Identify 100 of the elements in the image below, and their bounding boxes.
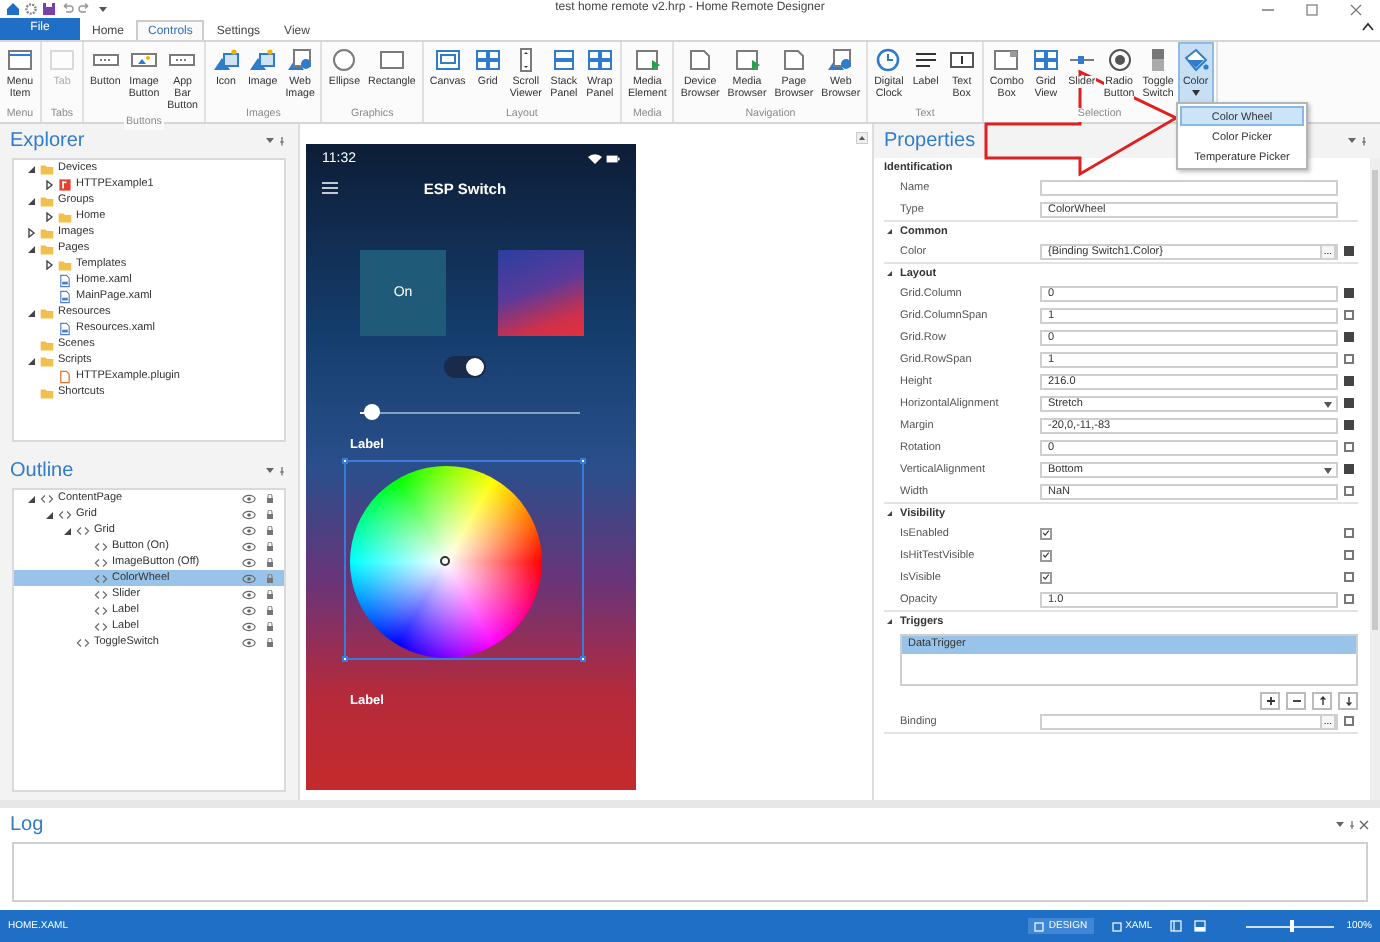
property-marker[interactable]	[1343, 464, 1353, 474]
eye-icon[interactable]	[242, 589, 256, 599]
eye-icon[interactable]	[242, 557, 256, 567]
minus-icon	[1291, 696, 1301, 706]
expanded-triangle-icon[interactable]	[26, 493, 36, 503]
toggle-switch[interactable]	[444, 356, 486, 378]
expanded-triangle-icon[interactable]	[884, 508, 894, 518]
expanded-triangle-icon[interactable]	[884, 616, 894, 626]
checkbox[interactable]	[1040, 549, 1052, 561]
eye-icon[interactable]	[242, 493, 256, 503]
panel-title: Outline	[10, 460, 74, 482]
lock-icon[interactable]	[266, 605, 274, 615]
image-icon	[211, 48, 240, 72]
split-horizontal-icon[interactable]	[1194, 920, 1207, 932]
lock-icon[interactable]	[266, 493, 274, 503]
collapsed-triangle-icon[interactable]	[44, 179, 54, 189]
code-tag-icon	[40, 491, 54, 505]
property-marker[interactable]	[1343, 246, 1353, 256]
checkbox[interactable]	[1040, 527, 1052, 539]
split-vertical-icon[interactable]	[1170, 920, 1183, 932]
expanded-triangle-icon[interactable]	[26, 163, 36, 173]
property-marker[interactable]	[1343, 550, 1353, 560]
document-icon	[58, 321, 72, 335]
add-button[interactable]	[1260, 692, 1280, 710]
menu-icon[interactable]	[322, 182, 338, 194]
device-icon	[58, 177, 72, 191]
property-marker[interactable]	[1343, 288, 1353, 298]
property-marker[interactable]	[1343, 716, 1353, 726]
lock-icon[interactable]	[266, 541, 274, 551]
expanded-triangle-icon[interactable]	[44, 509, 54, 519]
maximize-icon[interactable]	[1306, 3, 1318, 15]
image-button-icon	[129, 48, 158, 72]
eye-icon[interactable]	[242, 525, 256, 535]
pin-icon[interactable]	[264, 136, 288, 146]
lock-icon[interactable]	[266, 525, 274, 535]
property-marker[interactable]	[1343, 486, 1353, 496]
eye-icon[interactable]	[242, 573, 256, 583]
zoom-slider[interactable]	[1246, 920, 1335, 932]
property-marker[interactable]	[1343, 420, 1353, 430]
expanded-triangle-icon[interactable]	[884, 268, 894, 278]
globe-image-icon	[826, 48, 855, 72]
canvas-icon	[433, 48, 462, 72]
expanded-triangle-icon[interactable]	[26, 243, 36, 253]
text-field[interactable]	[1040, 179, 1338, 195]
expanded-triangle-icon[interactable]	[884, 226, 894, 236]
rectangle-icon	[377, 48, 406, 72]
property-marker[interactable]	[1343, 376, 1353, 386]
expanded-triangle-icon[interactable]	[26, 307, 36, 317]
panel-controls-icon[interactable]	[1334, 820, 1370, 830]
color-wheel[interactable]	[350, 466, 542, 658]
script-icon	[58, 369, 72, 383]
paint-bucket-icon	[1181, 48, 1210, 72]
window-icon	[6, 48, 34, 72]
minimize-icon[interactable]	[1262, 3, 1274, 15]
property-marker[interactable]	[1343, 354, 1353, 364]
expanded-triangle-icon[interactable]	[26, 355, 36, 365]
selection-outline[interactable]	[344, 460, 584, 660]
eye-icon[interactable]	[242, 541, 256, 551]
property-marker[interactable]	[1343, 332, 1353, 342]
collapsed-triangle-icon[interactable]	[44, 259, 54, 269]
tab-icon	[48, 48, 76, 72]
property-marker[interactable]	[1343, 572, 1353, 582]
pin-icon[interactable]	[264, 466, 288, 476]
undo-icon[interactable]	[60, 2, 74, 16]
expanded-triangle-icon[interactable]	[26, 195, 36, 205]
globe-image-icon	[286, 48, 315, 72]
pin-icon[interactable]	[1346, 136, 1370, 146]
property-marker[interactable]	[1343, 594, 1353, 604]
lock-icon[interactable]	[266, 557, 274, 567]
slider[interactable]	[360, 404, 580, 420]
lock-icon[interactable]	[266, 621, 274, 631]
eye-icon[interactable]	[242, 509, 256, 519]
scroll-up-icon[interactable]	[856, 132, 868, 144]
lock-icon[interactable]	[266, 589, 274, 599]
collapse-ribbon-icon[interactable]	[1362, 22, 1374, 32]
property-marker[interactable]	[1343, 442, 1353, 452]
slider-thumb[interactable]	[363, 404, 379, 420]
caret-icon[interactable]	[1324, 401, 1332, 407]
checkbox[interactable]	[1040, 571, 1052, 583]
expanded-triangle-icon[interactable]	[62, 525, 72, 535]
property-marker[interactable]	[1343, 528, 1353, 538]
lock-icon[interactable]	[266, 637, 274, 647]
property-marker[interactable]	[1343, 310, 1353, 320]
remove-button[interactable]	[1286, 692, 1306, 710]
view-icon	[1111, 921, 1122, 931]
settings-icon[interactable]	[24, 2, 38, 16]
button-icon	[168, 48, 197, 72]
eye-icon[interactable]	[242, 637, 256, 647]
close-icon[interactable]	[1350, 3, 1362, 15]
eye-icon[interactable]	[242, 605, 256, 615]
eye-icon[interactable]	[242, 621, 256, 631]
collapsed-triangle-icon[interactable]	[44, 211, 54, 221]
move-up-button[interactable]	[1312, 692, 1332, 710]
radio-button-icon	[1105, 48, 1134, 72]
lock-icon[interactable]	[266, 509, 274, 519]
collapsed-triangle-icon[interactable]	[26, 227, 36, 237]
caret-icon[interactable]	[1324, 467, 1332, 473]
save-icon[interactable]	[42, 2, 56, 16]
move-down-button[interactable]	[1338, 692, 1358, 710]
property-marker[interactable]	[1343, 398, 1353, 408]
